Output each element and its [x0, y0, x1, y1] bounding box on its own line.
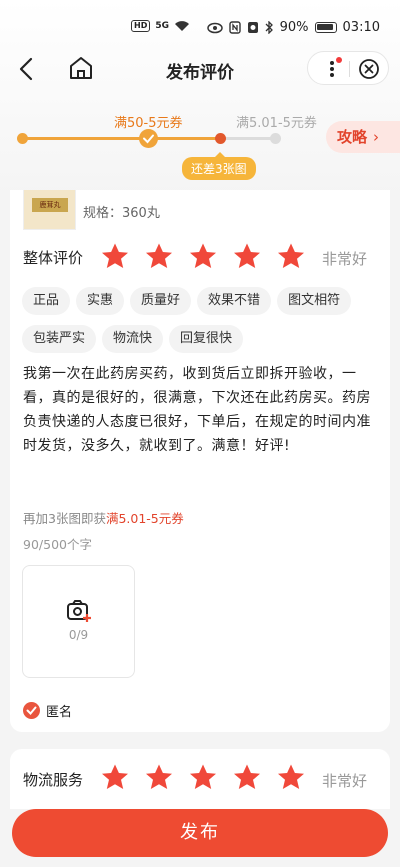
product-box-label: 鹿茸丸 [32, 198, 68, 212]
logistics-star-rating[interactable] [100, 763, 306, 791]
photo-count: 0/9 [68, 628, 89, 642]
overall-star-rating[interactable] [100, 242, 306, 270]
star-icon[interactable] [144, 242, 174, 270]
logistics-card: 物流服务 非常好 [10, 749, 390, 809]
overall-rating-label: 整体评价 [23, 249, 84, 267]
status-bar: HD 5G 90% 03:10 [0, 0, 400, 42]
star-icon[interactable] [188, 763, 218, 791]
notification-dot [336, 57, 342, 63]
star-icon[interactable] [276, 242, 306, 270]
review-tag[interactable]: 正品 [22, 287, 71, 315]
mini-program-capsule [307, 51, 389, 85]
star-icon[interactable] [276, 763, 306, 791]
progress-track-done [22, 137, 220, 140]
review-tag[interactable]: 效果不错 [197, 287, 272, 315]
hd-badge: HD [131, 20, 151, 32]
product-spec: 规格：360丸 [83, 206, 160, 221]
review-textarea[interactable]: 我第一次在此药房买药，收到货后立即拆开验收，一看，真的是很好的，很满意，下次还在… [23, 362, 379, 458]
star-icon[interactable] [144, 763, 174, 791]
strategy-button[interactable]: 攻略 › [326, 121, 400, 153]
network-label: 5G [155, 21, 169, 31]
review-tag[interactable]: 实惠 [76, 287, 125, 315]
chevron-right-icon: › [373, 128, 380, 146]
publish-button[interactable]: 发布 [12, 809, 388, 857]
anonymous-toggle[interactable]: 匿名 [23, 701, 72, 720]
promo-prefix: 再加3张图即获 [23, 511, 106, 526]
star-icon[interactable] [100, 763, 130, 791]
alarm-icon [247, 22, 258, 33]
overall-rating-text: 非常好 [322, 250, 368, 268]
progress-end-dot [270, 133, 281, 144]
progress-milestone-check [139, 129, 158, 148]
progress-current-dot [215, 133, 226, 144]
tag-list: 正品 实惠 质量好 效果不错 图文相符包装严实 物流快 回复很快 [22, 287, 372, 363]
char-count: 90/500个字 [23, 537, 92, 552]
star-icon[interactable] [232, 242, 262, 270]
bluetooth-icon [265, 21, 273, 34]
camera-plus-icon [67, 600, 91, 622]
promo-coupon: 满5.01-5元券 [105, 511, 184, 526]
photo-upload-button[interactable]: 0/9 [22, 565, 135, 678]
battery-percent: 90% [279, 20, 309, 35]
status-right: 90% 03:10 [206, 20, 380, 35]
review-tag[interactable]: 质量好 [130, 287, 192, 315]
progress-track-todo [220, 137, 275, 140]
logistics-rating-text: 非常好 [322, 772, 368, 790]
wifi-icon [175, 21, 189, 31]
check-icon [143, 134, 154, 144]
star-icon[interactable] [188, 242, 218, 270]
clock: 03:10 [342, 20, 380, 35]
close-icon[interactable] [358, 58, 380, 80]
logistics-rating-label: 物流服务 [23, 771, 84, 789]
nfc-icon [228, 21, 241, 34]
review-tag[interactable]: 物流快 [102, 325, 164, 353]
eye-icon [206, 22, 223, 33]
photo-promo: 再加3张图即获满5.01-5元券 [23, 508, 184, 527]
review-card: 鹿茸丸 规格：360丸 整体评价 非常好 正品 实惠 质量好 效果不错 图文相符包装严实… [10, 190, 390, 732]
capsule-divider [349, 61, 350, 77]
progress-tip: 还差3张图 [182, 152, 256, 180]
review-tag[interactable]: 图文相符 [277, 287, 352, 315]
coupon-next-label: 满5.01-5元券 [236, 116, 317, 131]
coupon-progress: 满50-5元券 满5.01-5元券 还差3张图 攻略 › [0, 108, 400, 183]
progress-start-dot [17, 133, 28, 144]
star-icon[interactable] [232, 763, 262, 791]
product-thumbnail: 鹿茸丸 [23, 190, 76, 230]
checkbox-checked-icon [23, 702, 40, 719]
strategy-label: 攻略 [337, 128, 368, 146]
review-tag[interactable]: 包装严实 [22, 325, 97, 353]
star-icon[interactable] [100, 242, 130, 270]
battery-icon [314, 22, 337, 33]
review-tag[interactable]: 回复很快 [169, 325, 244, 353]
status-left: HD 5G [131, 20, 190, 32]
nav-bar: 发布评价 [0, 46, 400, 92]
anonymous-label: 匿名 [46, 705, 73, 720]
